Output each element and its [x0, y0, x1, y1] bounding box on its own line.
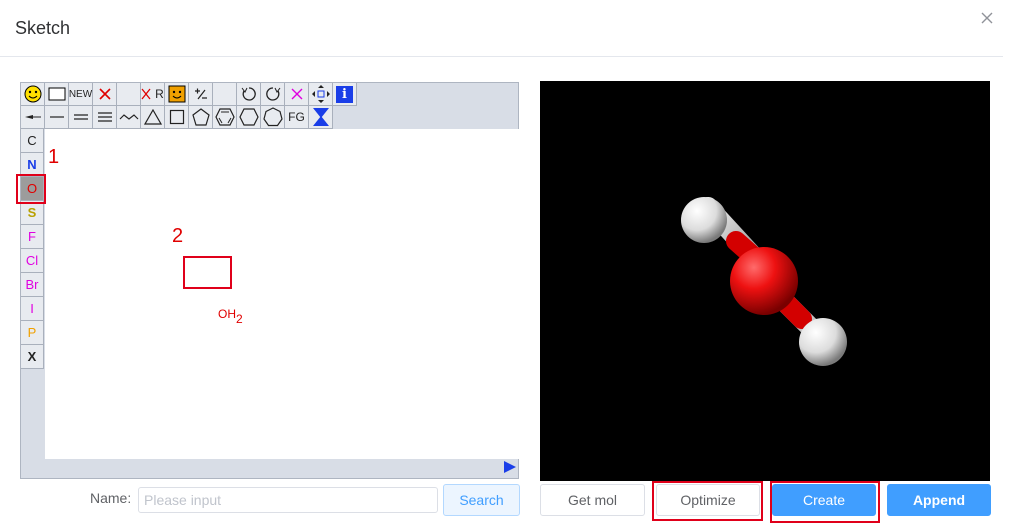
fg-button[interactable]: FG	[285, 106, 309, 129]
charge-icon[interactable]	[189, 83, 213, 106]
atom-br-button[interactable]: Br	[21, 273, 44, 297]
hexagon-ring-icon[interactable]	[237, 106, 261, 129]
atom-br-label: Br	[25, 277, 39, 292]
atom-f-label: F	[28, 229, 36, 244]
move-icon[interactable]	[309, 83, 333, 106]
new-button[interactable]: NEW	[69, 83, 93, 106]
wedge-bond-icon[interactable]	[21, 106, 45, 129]
info-icon-label: i	[336, 85, 353, 103]
highlight-box-atom-o	[16, 174, 46, 204]
atom-x-label: X	[27, 349, 37, 364]
rectangle-select-icon[interactable]	[45, 83, 69, 106]
atom-c-button[interactable]: C	[21, 129, 44, 153]
atom-cl-label: Cl	[25, 253, 39, 268]
blank-slot	[117, 83, 141, 106]
molecule-editor: NEW R i FG C N O S F Cl Br I P X OH2	[20, 82, 519, 479]
atom-n-label: N	[27, 157, 37, 172]
get-mol-button[interactable]: Get mol	[540, 484, 645, 516]
fg-button-label: FG	[288, 110, 305, 124]
name-label: Name:	[90, 490, 132, 506]
search-button[interactable]: Search	[443, 484, 520, 516]
atom-i-label: I	[30, 301, 34, 316]
heptagon-ring-icon[interactable]	[261, 106, 285, 129]
highlight-box-molecule	[183, 256, 232, 289]
blank-slot	[213, 83, 237, 106]
clear-x-icon[interactable]	[285, 83, 309, 106]
triangle-ring-icon[interactable]	[141, 106, 165, 129]
single-bond-icon[interactable]	[45, 106, 69, 129]
triple-bond-icon[interactable]	[93, 106, 117, 129]
atom-c-label: C	[27, 133, 37, 148]
header-divider	[0, 56, 1003, 57]
jsme-logo-icon[interactable]	[309, 106, 333, 129]
optimize-button[interactable]: Optimize	[656, 484, 760, 516]
annotation-1: 1	[48, 146, 60, 168]
water-3d-model	[681, 197, 847, 366]
delete-icon[interactable]	[93, 83, 117, 106]
new-button-label: NEW	[68, 88, 93, 100]
name-input[interactable]	[138, 487, 438, 513]
atom-cl-button[interactable]: Cl	[21, 249, 44, 273]
scroll-right-icon[interactable]	[504, 461, 516, 473]
atom-p-button[interactable]: P	[21, 321, 44, 345]
append-button[interactable]: Append	[887, 484, 991, 516]
atom-f-button[interactable]: F	[21, 225, 44, 249]
dialog-title: Sketch	[15, 18, 71, 38]
chain-icon[interactable]	[117, 106, 141, 129]
drawing-canvas[interactable]: OH2	[45, 129, 519, 459]
atom-x-button[interactable]: X	[21, 345, 44, 369]
close-icon[interactable]	[979, 10, 995, 26]
delete-r-group-label: R	[155, 87, 164, 101]
pentagon-ring-icon[interactable]	[189, 106, 213, 129]
create-button[interactable]: Create	[772, 484, 876, 516]
benzene-ring-icon[interactable]	[213, 106, 237, 129]
annotation-2: 2	[172, 225, 184, 247]
orange-smiley-icon[interactable]	[165, 83, 189, 106]
smiley-icon[interactable]	[21, 83, 45, 106]
molecule-subscript: 2	[236, 312, 243, 326]
atom-i-button[interactable]: I	[21, 297, 44, 321]
double-bond-icon[interactable]	[69, 106, 93, 129]
3d-molecule-viewer[interactable]	[540, 81, 990, 481]
delete-r-group-icon[interactable]: R	[141, 83, 165, 106]
info-icon[interactable]: i	[333, 83, 357, 106]
undo-icon[interactable]	[237, 83, 261, 106]
water-molecule[interactable]: OH2	[218, 307, 243, 326]
atom-p-label: P	[27, 325, 37, 340]
atom-s-button[interactable]: S	[21, 201, 44, 225]
molecule-atom: OH	[218, 307, 236, 321]
square-ring-icon[interactable]	[165, 106, 189, 129]
atom-s-label: S	[27, 205, 37, 220]
redo-icon[interactable]	[261, 83, 285, 106]
